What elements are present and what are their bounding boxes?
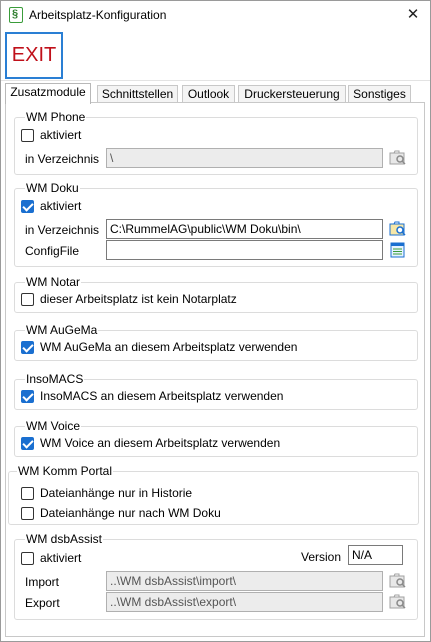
- group-wm-augema: WM AuGeMa WM AuGeMa an diesem Arbeitspla…: [14, 323, 418, 361]
- phone-enabled-label: aktiviert: [40, 128, 82, 142]
- doku-config-field[interactable]: [106, 240, 383, 260]
- doku-enabled-checkbox[interactable]: [21, 200, 34, 213]
- voice-checkbox[interactable]: [21, 437, 34, 450]
- window-title: Arbeitsplatz-Konfiguration: [29, 8, 167, 22]
- group-title: WM Voice: [25, 419, 82, 433]
- group-title: WM dsbAssist: [25, 532, 104, 546]
- dsb-version-field[interactable]: N/A: [348, 545, 403, 565]
- folder-browse-icon[interactable]: [389, 220, 407, 238]
- insomacs-label: InsoMACS an diesem Arbeitsplatz verwende…: [40, 389, 284, 403]
- close-button[interactable]: ✕: [402, 4, 424, 26]
- dsb-enabled-label: aktiviert: [40, 551, 82, 565]
- komm-doku-checkbox[interactable]: [21, 507, 34, 520]
- title-bar: Arbeitsplatz-Konfiguration ✕: [1, 1, 430, 29]
- group-title: WM Notar: [25, 275, 81, 289]
- group-title: WM Phone: [25, 110, 87, 124]
- augema-checkbox[interactable]: [21, 341, 34, 354]
- doku-dir-label: in Verzeichnis: [25, 223, 100, 237]
- doku-enabled-label: aktiviert: [40, 199, 82, 213]
- folder-browse-icon[interactable]: [389, 572, 407, 590]
- group-title: InsoMACS: [25, 372, 85, 386]
- dsb-export-field[interactable]: ..\WM dsbAssist\export\: [106, 592, 383, 612]
- group-wm-voice: WM Voice WM Voice an diesem Arbeitsplatz…: [14, 419, 418, 457]
- phone-dir-field[interactable]: \: [106, 148, 383, 168]
- notar-label: dieser Arbeitsplatz ist kein Notarplatz: [40, 292, 237, 306]
- doku-config-label: ConfigFile: [25, 244, 80, 258]
- tab-schnittstellen[interactable]: Schnittstellen: [97, 85, 178, 103]
- app-icon: [9, 7, 23, 23]
- toolbar: EXIT: [1, 29, 430, 81]
- group-title: WM Komm Portal: [17, 464, 114, 478]
- config-window: Arbeitsplatz-Konfiguration ✕ EXIT Zusatz…: [0, 0, 431, 642]
- komm-historie-label: Dateianhänge nur in Historie: [40, 486, 193, 500]
- tab-panel-zusatzmodule: WM Phone aktiviert in Verzeichnis \ WM D…: [5, 102, 425, 637]
- file-browse-icon[interactable]: [389, 241, 407, 259]
- phone-dir-label: in Verzeichnis: [25, 152, 100, 166]
- group-wm-notar: WM Notar dieser Arbeitsplatz ist kein No…: [14, 275, 418, 313]
- doku-dir-field[interactable]: C:\RummelAG\public\WM Doku\bin\: [106, 219, 383, 239]
- group-insomacs: InsoMACS InsoMACS an diesem Arbeitsplatz…: [14, 372, 418, 410]
- folder-browse-icon[interactable]: [389, 593, 407, 611]
- group-wm-phone: WM Phone aktiviert in Verzeichnis \: [14, 110, 418, 175]
- komm-historie-checkbox[interactable]: [21, 487, 34, 500]
- notar-checkbox[interactable]: [21, 293, 34, 306]
- group-wm-dsbassist: WM dsbAssist aktiviert Version N/A Impor…: [14, 532, 418, 620]
- dsb-export-label: Export: [25, 596, 60, 610]
- group-title: WM Doku: [25, 181, 80, 195]
- voice-label: WM Voice an diesem Arbeitsplatz verwende…: [40, 436, 281, 450]
- tab-zusatzmodule[interactable]: Zusatzmodule: [5, 83, 91, 104]
- dsb-import-field[interactable]: ..\WM dsbAssist\import\: [106, 571, 383, 591]
- dsb-import-label: Import: [25, 575, 60, 589]
- tab-druckersteuerung[interactable]: Druckersteuerung: [238, 85, 346, 103]
- tab-sonstiges[interactable]: Sonstiges: [348, 85, 411, 103]
- group-title: WM AuGeMa: [25, 323, 99, 337]
- group-wm-komm-portal: WM Komm Portal Dateianhänge nur in Histo…: [8, 464, 419, 525]
- exit-button[interactable]: EXIT: [5, 32, 63, 79]
- phone-enabled-checkbox[interactable]: [21, 129, 34, 142]
- insomacs-checkbox[interactable]: [21, 390, 34, 403]
- dsb-version-label: Version: [301, 550, 342, 564]
- group-wm-doku: WM Doku aktiviert in Verzeichnis C:\Rumm…: [14, 181, 418, 267]
- dsb-enabled-checkbox[interactable]: [21, 552, 34, 565]
- augema-label: WM AuGeMa an diesem Arbeitsplatz verwend…: [40, 340, 298, 354]
- tab-outlook[interactable]: Outlook: [182, 85, 235, 103]
- komm-doku-label: Dateianhänge nur nach WM Doku: [40, 506, 221, 520]
- folder-browse-icon[interactable]: [389, 149, 407, 167]
